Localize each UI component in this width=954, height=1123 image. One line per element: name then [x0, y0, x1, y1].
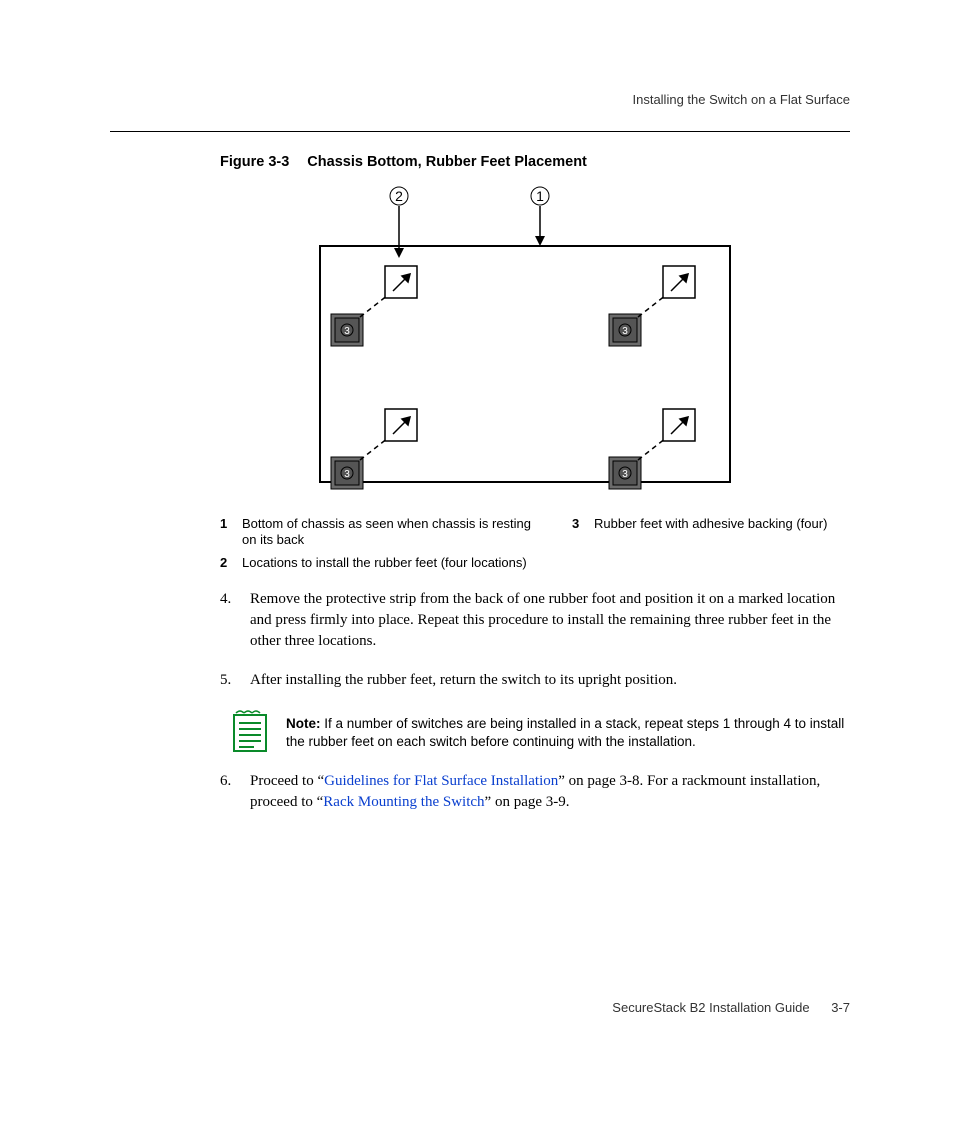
svg-text:2: 2 — [395, 188, 403, 204]
step-body: Proceed to “Guidelines for Flat Surface … — [250, 771, 850, 813]
header-rule — [110, 131, 850, 132]
svg-text:3: 3 — [344, 469, 350, 480]
note-text: Note: If a number of switches are being … — [286, 709, 850, 751]
legend-text: Locations to install the rubber feet (fo… — [242, 555, 527, 571]
step-number: 5. — [220, 670, 250, 691]
note-label: Note: — [286, 716, 321, 731]
legend-text: Rubber feet with adhesive backing (four) — [594, 516, 827, 532]
footer-page-number: 3-7 — [831, 1000, 850, 1015]
running-header: Installing the Switch on a Flat Surface — [110, 92, 850, 107]
legend-num: 1 — [220, 516, 232, 549]
xref-link[interactable]: Guidelines for Flat Surface Installation — [324, 773, 558, 789]
page-footer: SecureStack B2 Installation Guide 3-7 — [110, 1000, 850, 1015]
figure-legend: 1 Bottom of chassis as seen when chassis… — [220, 516, 850, 571]
note-body: If a number of switches are being instal… — [286, 716, 844, 749]
step-6: 6. Proceed to “Guidelines for Flat Surfa… — [220, 771, 850, 813]
legend-text: Bottom of chassis as seen when chassis i… — [242, 516, 532, 549]
step-body: After installing the rubber feet, return… — [250, 670, 850, 691]
xref-link[interactable]: Rack Mounting the Switch — [323, 794, 484, 810]
step-number: 6. — [220, 771, 250, 813]
legend-num: 2 — [220, 555, 232, 571]
step-5: 5. After installing the rubber feet, ret… — [220, 670, 850, 691]
step-4: 4. Remove the protective strip from the … — [220, 589, 850, 652]
step-number: 4. — [220, 589, 250, 652]
note-icon — [230, 709, 270, 753]
svg-text:3: 3 — [622, 326, 628, 337]
note-callout: Note: If a number of switches are being … — [230, 709, 850, 753]
figure-caption: Figure 3-3 Chassis Bottom, Rubber Feet Pl… — [220, 154, 850, 170]
step-text: ” on page 3-9. — [485, 794, 570, 810]
svg-text:1: 1 — [536, 188, 544, 204]
legend-num: 3 — [572, 516, 584, 532]
figure-title: Chassis Bottom, Rubber Feet Placement — [307, 154, 587, 170]
step-body: Remove the protective strip from the bac… — [250, 589, 850, 652]
figure-diagram: 1 2 — [110, 184, 850, 494]
svg-text:3: 3 — [622, 469, 628, 480]
figure-number: Figure 3-3 — [220, 154, 289, 170]
footer-doc-title: SecureStack B2 Installation Guide — [612, 1000, 809, 1015]
step-text: Proceed to “ — [250, 773, 324, 789]
svg-text:3: 3 — [344, 326, 350, 337]
